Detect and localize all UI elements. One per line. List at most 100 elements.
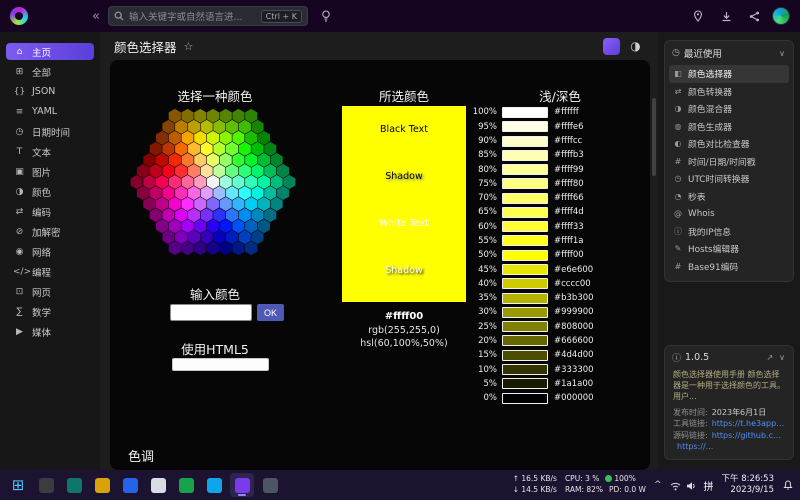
hex-cell[interactable]	[226, 208, 238, 222]
hex-cell[interactable]	[175, 186, 187, 200]
hex-cell[interactable]	[182, 219, 194, 233]
hex-cell[interactable]	[239, 120, 251, 134]
shade-swatch[interactable]	[502, 293, 548, 304]
shade-swatch[interactable]	[502, 121, 548, 132]
recent-item-我的IP信息[interactable]: ⓘ我的IP信息	[669, 223, 789, 241]
hex-cell[interactable]	[252, 230, 264, 244]
hex-cell[interactable]	[213, 186, 225, 200]
recent-item-Hosts编辑器[interactable]: ✎Hosts编辑器	[669, 240, 789, 258]
hex-cell[interactable]	[245, 153, 257, 167]
hex-cell[interactable]	[201, 230, 213, 244]
hex-cell[interactable]	[150, 186, 162, 200]
hex-cell[interactable]	[194, 109, 206, 123]
ime-indicator[interactable]: 拼	[704, 478, 714, 493]
shade-swatch[interactable]	[502, 150, 548, 161]
hex-cell[interactable]	[207, 241, 219, 255]
hex-cell[interactable]	[188, 208, 200, 222]
hex-cell[interactable]	[150, 142, 162, 156]
favorite-star-icon[interactable]: ☆	[184, 40, 194, 53]
chevron-down-icon[interactable]: ∨	[778, 49, 786, 58]
hex-cell[interactable]	[137, 186, 149, 200]
hex-cell[interactable]	[143, 153, 155, 167]
hex-cell[interactable]	[207, 131, 219, 145]
hex-cell[interactable]	[194, 241, 206, 255]
shade-swatch[interactable]	[502, 193, 548, 204]
hex-cell[interactable]	[188, 186, 200, 200]
shade-swatch[interactable]	[502, 250, 548, 261]
taskbar-app-app-gray[interactable]	[258, 473, 282, 497]
hex-cell[interactable]	[169, 131, 181, 145]
hex-cell[interactable]	[188, 120, 200, 134]
hex-cell[interactable]	[162, 164, 174, 178]
hidden-icons-chevron[interactable]: ^	[654, 480, 662, 490]
hex-cell[interactable]	[245, 197, 257, 211]
hex-cell[interactable]	[232, 241, 244, 255]
wifi-icon[interactable]	[670, 476, 681, 495]
hex-cell[interactable]	[182, 109, 194, 123]
hex-cell[interactable]	[156, 153, 168, 167]
hex-cell[interactable]	[232, 109, 244, 123]
sidebar-item-全部[interactable]: ⊞全部	[6, 63, 94, 80]
hex-cell[interactable]	[220, 131, 232, 145]
shade-swatch[interactable]	[502, 364, 548, 375]
shade-swatch[interactable]	[502, 178, 548, 189]
hex-cell[interactable]	[277, 186, 289, 200]
hex-cell[interactable]	[207, 153, 219, 167]
taskbar-app-app-dark[interactable]	[34, 473, 58, 497]
recent-item-Base91编码[interactable]: #Base91编码	[669, 258, 789, 276]
hex-cell[interactable]	[207, 109, 219, 123]
sidebar-item-网络[interactable]: ◉网络	[6, 243, 94, 260]
hex-cell[interactable]	[220, 153, 232, 167]
hex-cell[interactable]	[264, 186, 276, 200]
network-speed-monitor[interactable]: ↑ 16.5 KB/s ↓ 14.5 KB/s	[513, 474, 557, 496]
hex-cell[interactable]	[226, 186, 238, 200]
hex-color-wheel[interactable]	[127, 106, 299, 258]
hex-cell[interactable]	[169, 109, 181, 123]
hex-cell[interactable]	[226, 230, 238, 244]
hex-cell[interactable]	[188, 164, 200, 178]
hex-cell[interactable]	[220, 175, 232, 189]
hex-cell[interactable]	[239, 142, 251, 156]
share-icon[interactable]	[744, 6, 764, 26]
hex-cell[interactable]	[252, 164, 264, 178]
sidebar-collapse-icon[interactable]: «	[92, 9, 100, 24]
shade-swatch[interactable]	[502, 136, 548, 147]
hex-cell[interactable]	[182, 153, 194, 167]
shade-swatch[interactable]	[502, 307, 548, 318]
hex-cell[interactable]	[182, 175, 194, 189]
shade-swatch[interactable]	[502, 393, 548, 404]
sidebar-item-颜色[interactable]: ◑颜色	[6, 183, 94, 200]
hex-cell[interactable]	[264, 142, 276, 156]
hex-cell[interactable]	[226, 120, 238, 134]
taskbar-app-app-blue[interactable]	[202, 473, 226, 497]
hex-cell[interactable]	[201, 120, 213, 134]
hex-cell[interactable]	[226, 142, 238, 156]
hex-cell[interactable]	[194, 175, 206, 189]
hex-cell[interactable]	[156, 131, 168, 145]
shade-swatch[interactable]	[502, 235, 548, 246]
hex-cell[interactable]	[239, 186, 251, 200]
hex-cell[interactable]	[252, 186, 264, 200]
hex-cell[interactable]	[150, 164, 162, 178]
taskbar-app-app-folder[interactable]	[90, 473, 114, 497]
user-avatar[interactable]	[772, 7, 790, 25]
hex-cell[interactable]	[213, 230, 225, 244]
sidebar-item-媒体[interactable]: ▶媒体	[6, 323, 94, 340]
hex-cell[interactable]	[252, 142, 264, 156]
hex-cell[interactable]	[182, 241, 194, 255]
hex-cell[interactable]	[258, 219, 270, 233]
hex-cell[interactable]	[271, 197, 283, 211]
hex-cell[interactable]	[226, 164, 238, 178]
hex-cell[interactable]	[143, 175, 155, 189]
hex-cell[interactable]	[162, 142, 174, 156]
hex-cell[interactable]	[194, 153, 206, 167]
hex-cell[interactable]	[232, 131, 244, 145]
sidebar-item-图片[interactable]: ▣图片	[6, 163, 94, 180]
hex-cell[interactable]	[201, 142, 213, 156]
hex-cell[interactable]	[245, 131, 257, 145]
hex-cell[interactable]	[220, 109, 232, 123]
hex-cell[interactable]	[182, 131, 194, 145]
recent-item-秒表[interactable]: ◔秒表	[669, 188, 789, 206]
recent-item-Whois[interactable]: @Whois	[669, 205, 789, 223]
hex-cell[interactable]	[188, 230, 200, 244]
